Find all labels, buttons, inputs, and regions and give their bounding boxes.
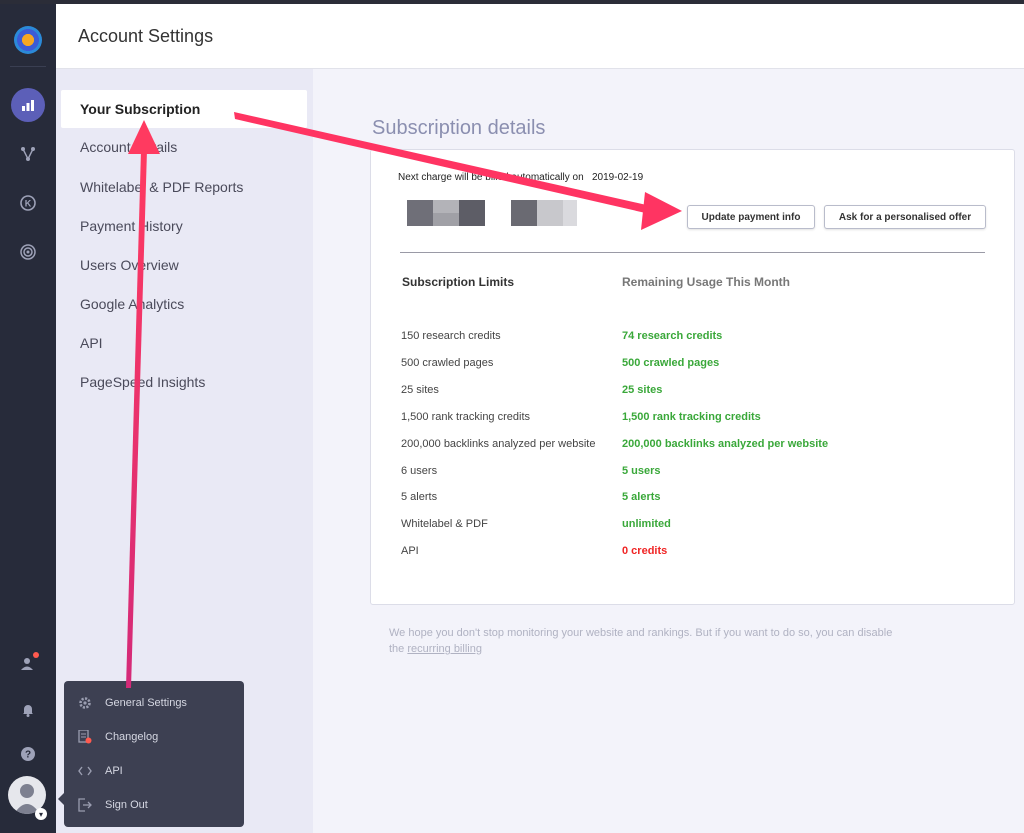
settings-item-your-subscription[interactable]: Your Subscription	[61, 90, 307, 128]
keyword-k-icon[interactable]: K	[11, 186, 45, 220]
settings-item-whitelabel-pdf-reports[interactable]: Whitelabel & PDF Reports	[80, 179, 243, 195]
remaining-cell: 200,000 backlinks analyzed per website	[622, 437, 829, 450]
settings-item-payment-history[interactable]: Payment History	[80, 218, 183, 234]
remaining-cell: unlimited	[622, 518, 671, 531]
table-row: Whitelabel & PDF unlimited	[371, 518, 1011, 538]
table-row: 500 crawled pages 500 crawled pages	[371, 357, 1011, 377]
account-popup-menu: General Settings Changelog API Sign Out	[58, 681, 244, 827]
update-payment-info-button[interactable]: Update payment info	[687, 205, 815, 229]
table-row: 6 users 5 users	[371, 465, 1011, 485]
bell-icon[interactable]	[11, 693, 45, 727]
popup-item-sign-out[interactable]: Sign Out	[64, 790, 244, 820]
remaining-column-header: Remaining Usage This Month	[622, 275, 791, 289]
settings-item-account-details[interactable]: Account Details	[80, 139, 177, 155]
next-charge-label: Next charge will be billed automatically…	[398, 172, 584, 183]
card-divider	[400, 252, 985, 253]
popup-item-label: Sign Out	[105, 799, 148, 811]
remaining-cell: 5 alerts	[622, 491, 661, 504]
popup-item-label: Changelog	[105, 731, 159, 743]
redacted-price-block	[511, 200, 577, 226]
popup-item-api[interactable]: API	[64, 756, 244, 786]
main-content: Subscription details Next charge will be…	[313, 69, 1024, 833]
table-row: 150 research credits 74 research credits	[371, 330, 1011, 350]
limit-cell: 1,500 rank tracking credits	[401, 410, 531, 423]
svg-text:?: ?	[25, 750, 31, 761]
rail-divider	[10, 66, 46, 67]
limit-cell: 150 research credits	[401, 330, 501, 342]
gear-icon	[78, 696, 92, 710]
page-title: Account Settings	[78, 26, 214, 46]
code-icon	[78, 764, 92, 778]
target-icon[interactable]	[11, 235, 45, 269]
top-edge-bar	[0, 0, 1024, 4]
app-logo-icon[interactable]	[14, 26, 42, 54]
personalised-offer-button[interactable]: Ask for a personalised offer	[824, 205, 986, 229]
remaining-cell: 5 users	[622, 464, 661, 477]
table-row: 25 sites 25 sites	[371, 384, 1011, 404]
remaining-cell: 25 sites	[622, 383, 663, 396]
limit-cell: 6 users	[401, 464, 438, 477]
team-icon[interactable]	[11, 647, 45, 681]
limit-cell: Whitelabel & PDF	[401, 518, 488, 531]
limit-cell: API	[401, 545, 419, 558]
popup-item-label: API	[105, 765, 123, 777]
settings-item-google-analytics[interactable]: Google Analytics	[80, 296, 184, 312]
reports-bar-chart-icon[interactable]	[11, 88, 45, 122]
settings-item-pagespeed-insights[interactable]: PageSpeed Insights	[80, 374, 205, 390]
icon-rail: K ?	[0, 4, 56, 833]
nodes-icon[interactable]	[11, 137, 45, 171]
changelog-icon	[78, 729, 92, 744]
chevron-down-icon[interactable]: ▾	[35, 808, 47, 820]
remaining-cell: 74 research credits	[622, 330, 723, 342]
popup-item-label: General Settings	[105, 697, 187, 709]
notification-dot	[33, 652, 39, 658]
remaining-cell: 500 crawled pages	[622, 356, 720, 369]
table-row: 5 alerts 5 alerts	[371, 491, 1011, 511]
redacted-plan-block	[407, 200, 485, 226]
subscription-card: Next charge will be billed automatically…	[370, 149, 1015, 605]
section-title: Subscription details	[372, 117, 546, 139]
popup-item-general-settings[interactable]: General Settings	[64, 688, 244, 718]
table-row: 200,000 backlinks analyzed per website 20…	[371, 438, 1011, 458]
limit-cell: 500 crawled pages	[401, 356, 494, 369]
table-row: API 0 credits	[371, 545, 1011, 565]
settings-item-api[interactable]: API	[80, 335, 103, 351]
next-charge-date: 2019-02-19	[592, 172, 644, 183]
popup-item-changelog[interactable]: Changelog	[64, 722, 244, 752]
page-header: Account Settings	[56, 4, 1024, 69]
remaining-cell: 0 credits	[622, 545, 668, 558]
limits-column-header: Subscription Limits	[402, 275, 515, 289]
cancel-footnote: We hope you don't stop monitoring your w…	[389, 625, 909, 657]
svg-text:K: K	[25, 199, 32, 209]
limit-cell: 5 alerts	[401, 491, 438, 504]
help-icon[interactable]: ?	[11, 737, 45, 771]
remaining-cell: 1,500 rank tracking credits	[622, 410, 761, 423]
limit-cell: 25 sites	[401, 383, 439, 396]
recurring-billing-link[interactable]: recurring billing	[407, 643, 482, 655]
limit-cell: 200,000 backlinks analyzed per website	[401, 437, 596, 450]
table-row: 1,500 rank tracking credits 1,500 rank tr…	[371, 411, 1011, 431]
sign-out-icon	[78, 798, 92, 812]
settings-item-users-overview[interactable]: Users Overview	[80, 257, 179, 273]
